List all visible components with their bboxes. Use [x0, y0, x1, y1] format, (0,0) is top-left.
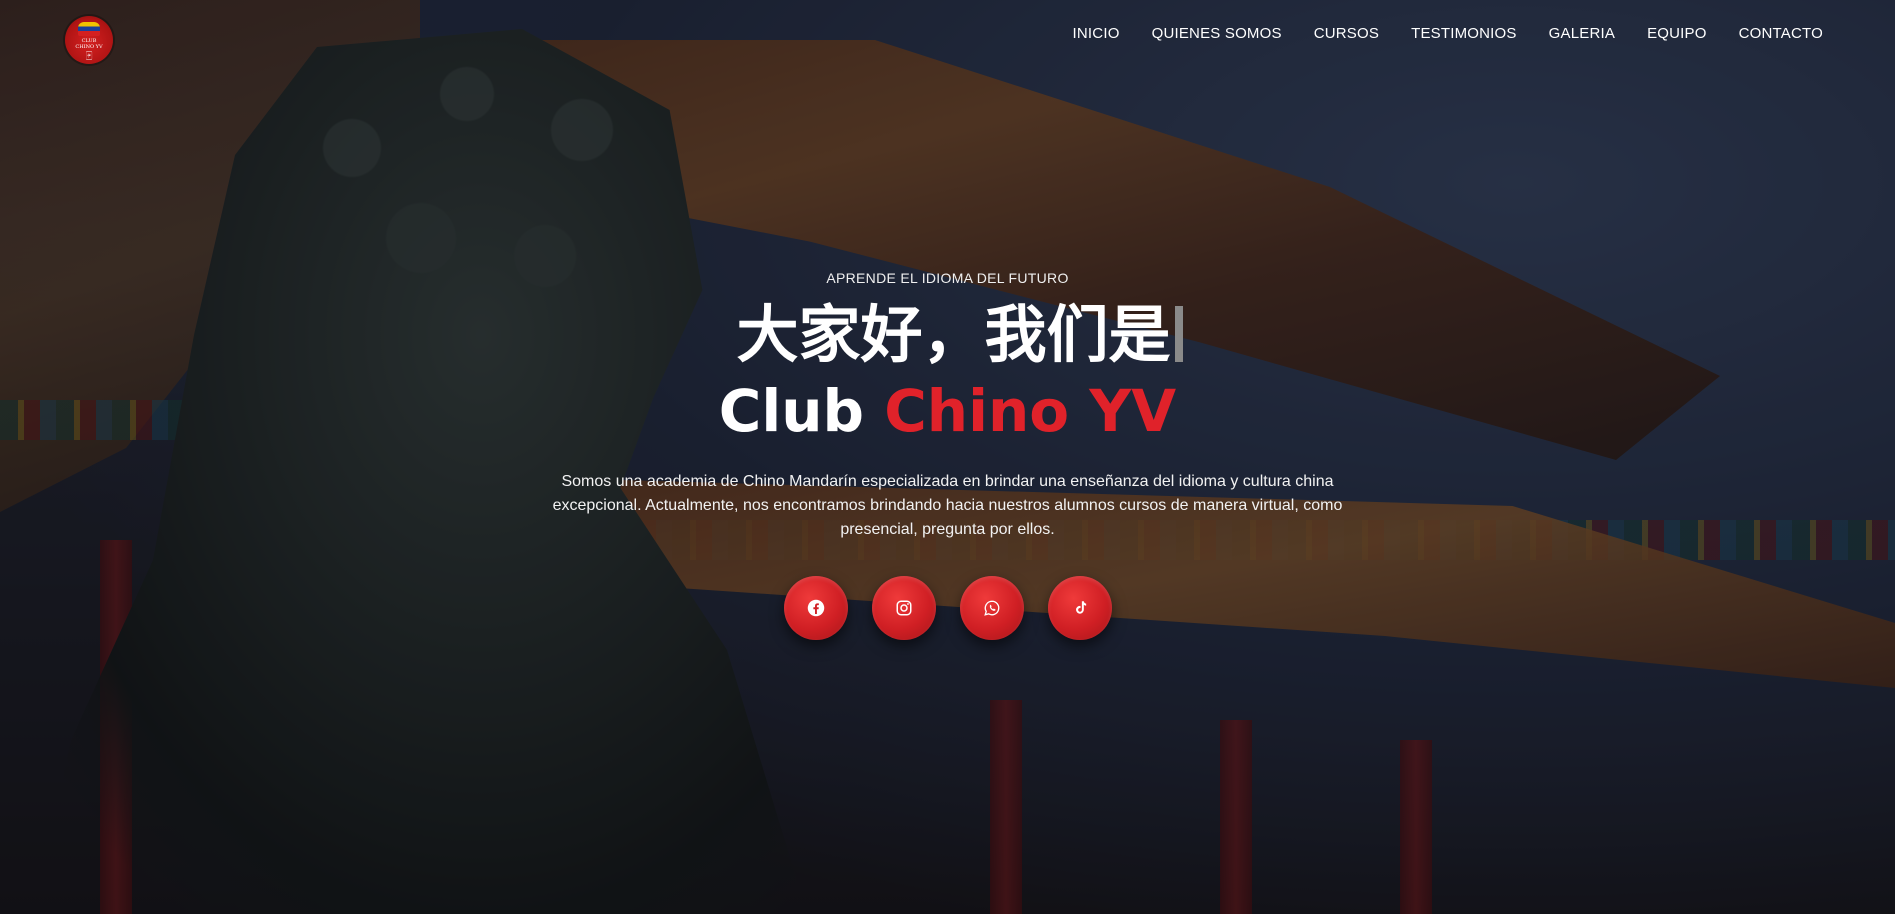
nav-item-galeria[interactable]: GALERIA — [1549, 24, 1615, 44]
hero-title-brand: Club Chino YV — [0, 376, 1895, 446]
nav-item-inicio[interactable]: INICIO — [1073, 24, 1120, 44]
hero-content: APRENDE EL IDIOMA DEL FUTURO 大家好，我们是 Clu… — [0, 270, 1895, 640]
logo-text: CLUB CHINO YV — [65, 38, 113, 50]
hero-title-chinese: 大家好，我们是 — [12, 300, 1895, 370]
nav-item-quienes-somos[interactable]: QUIENES SOMOS — [1152, 24, 1282, 44]
typing-cursor — [1174, 306, 1183, 362]
hero-title-chinese-text: 大家好，我们是 — [736, 298, 1171, 371]
whatsapp-button[interactable] — [959, 576, 1024, 640]
facebook-icon — [807, 599, 824, 617]
nav-item-equipo[interactable]: EQUIPO — [1647, 24, 1707, 44]
tiktok-button[interactable] — [1047, 576, 1112, 640]
tiktok-icon — [1075, 601, 1086, 614]
flag-icon — [78, 22, 100, 36]
logo-glyph-icon: 🀄︎ — [85, 51, 93, 60]
hero-title-brand-red: Chino YV — [884, 377, 1177, 445]
site-header: CLUB CHINO YV 🀄︎ INICIO QUIENES SOMOS CU… — [0, 0, 1895, 80]
main-nav: INICIO QUIENES SOMOS CURSOS TESTIMONIOS … — [1073, 24, 1823, 44]
instagram-icon — [896, 600, 911, 616]
nav-item-cursos[interactable]: CURSOS — [1314, 24, 1379, 44]
whatsapp-icon — [983, 600, 999, 616]
site-logo[interactable]: CLUB CHINO YV 🀄︎ — [65, 16, 113, 64]
logo-line2: CHINO YV — [75, 44, 103, 50]
nav-item-contacto[interactable]: CONTACTO — [1739, 24, 1823, 44]
instagram-button[interactable] — [871, 576, 936, 640]
facebook-button[interactable] — [783, 576, 848, 640]
hero-eyebrow: APRENDE EL IDIOMA DEL FUTURO — [826, 270, 1069, 286]
hero-description: Somos una academia de Chino Mandarín esp… — [552, 473, 1343, 538]
hero-section: CLUB CHINO YV 🀄︎ INICIO QUIENES SOMOS CU… — [0, 0, 1895, 914]
nav-item-testimonios[interactable]: TESTIMONIOS — [1411, 24, 1517, 44]
social-links — [0, 576, 1895, 640]
hero-title-brand-white: Club — [718, 377, 885, 445]
